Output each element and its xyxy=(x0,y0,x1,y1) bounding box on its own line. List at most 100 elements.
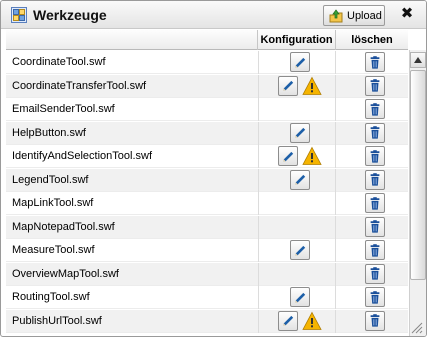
scroll-up-button[interactable] xyxy=(410,52,426,68)
column-header-name xyxy=(6,30,258,50)
configure-button[interactable] xyxy=(278,75,298,96)
configuration-cell xyxy=(258,215,336,239)
trash-icon xyxy=(370,173,380,186)
delete-cell xyxy=(336,51,408,74)
trash-icon xyxy=(370,102,380,116)
warning-icon xyxy=(302,146,322,166)
delete-button[interactable] xyxy=(365,240,385,260)
delete-cell xyxy=(336,310,408,333)
delete-button[interactable] xyxy=(365,263,385,284)
delete-button[interactable] xyxy=(365,52,385,72)
table-row[interactable]: HelpButton.swf xyxy=(6,121,408,145)
delete-button[interactable] xyxy=(365,75,385,96)
delete-cell xyxy=(336,145,408,168)
scrollbar-thumb[interactable] xyxy=(410,70,426,280)
tool-name: LegendTool.swf xyxy=(12,173,89,186)
tools-window: Werkzeuge Upload ✖ Konfiguration löschen… xyxy=(0,0,427,337)
trash-icon xyxy=(370,314,380,327)
delete-button[interactable] xyxy=(365,146,385,166)
configuration-cell xyxy=(258,168,336,192)
tool-name: IdentifyAndSelectionTool.swf xyxy=(12,150,153,162)
upload-label: Upload xyxy=(347,9,382,22)
table-row[interactable]: RoutingTool.swf xyxy=(6,286,408,309)
configure-button[interactable] xyxy=(290,122,310,143)
pencil-icon xyxy=(294,245,305,256)
configure-button[interactable] xyxy=(290,169,310,190)
trash-icon xyxy=(370,243,380,257)
tools-window-icon xyxy=(11,7,27,23)
column-header-configuration[interactable]: Konfiguration xyxy=(258,30,336,50)
table-row[interactable]: CoordinateTool.swf xyxy=(6,51,408,74)
table-row[interactable]: OverviewMapTool.swf xyxy=(6,262,408,286)
configure-button[interactable] xyxy=(278,146,298,166)
tool-name: EmailSenderTool.swf xyxy=(12,103,115,115)
configuration-cell xyxy=(258,239,336,262)
tool-name: PublishUrlTool.swf xyxy=(12,314,102,327)
title-bar: Werkzeuge Upload ✖ xyxy=(1,1,426,29)
pencil-icon xyxy=(294,127,305,138)
delete-cell xyxy=(336,263,408,286)
configure-button[interactable] xyxy=(290,240,310,260)
tool-name: MapNotepadTool.swf xyxy=(12,220,115,233)
configuration-cell xyxy=(258,51,336,74)
delete-button[interactable] xyxy=(365,310,385,331)
tool-name: CoordinateTransferTool.swf xyxy=(12,79,147,92)
delete-button[interactable] xyxy=(365,122,385,143)
table-row[interactable]: MapNotepadTool.swf xyxy=(6,215,408,239)
upload-button[interactable]: Upload xyxy=(323,5,385,26)
trash-icon xyxy=(370,79,380,92)
table-row[interactable]: CoordinateTransferTool.swf xyxy=(6,74,408,98)
tool-name: CoordinateTool.swf xyxy=(12,56,106,68)
tool-name: RoutingTool.swf xyxy=(12,291,90,303)
window-title: Werkzeuge xyxy=(33,7,107,23)
table-row[interactable]: LegendTool.swf xyxy=(6,168,408,192)
delete-cell xyxy=(336,216,408,239)
delete-cell xyxy=(336,75,408,98)
tool-name: MapLinkTool.swf xyxy=(12,197,94,209)
delete-cell xyxy=(336,122,408,145)
tool-list: CoordinateTool.swf CoordinateTransferTool… xyxy=(6,51,408,336)
delete-cell xyxy=(336,169,408,192)
vertical-scrollbar[interactable] xyxy=(409,50,426,336)
configure-button[interactable] xyxy=(278,310,298,331)
delete-cell xyxy=(336,286,408,309)
warning-icon xyxy=(302,311,322,331)
configure-button[interactable] xyxy=(290,52,310,72)
configuration-cell xyxy=(258,98,336,121)
table-row[interactable]: PublishUrlTool.swf xyxy=(6,309,408,333)
configuration-cell xyxy=(258,309,336,333)
pencil-icon xyxy=(282,151,293,162)
delete-button[interactable] xyxy=(365,287,385,307)
resize-grip-icon[interactable] xyxy=(410,321,424,335)
pencil-icon xyxy=(294,57,305,68)
trash-icon xyxy=(370,267,380,280)
table-row[interactable]: IdentifyAndSelectionTool.swf xyxy=(6,145,408,168)
delete-button[interactable] xyxy=(365,216,385,237)
trash-icon xyxy=(370,126,380,139)
delete-cell xyxy=(336,239,408,262)
table-row[interactable]: EmailSenderTool.swf xyxy=(6,98,408,121)
tool-name: OverviewMapTool.swf xyxy=(12,267,119,280)
delete-button[interactable] xyxy=(365,99,385,119)
configuration-cell xyxy=(258,121,336,145)
delete-button[interactable] xyxy=(365,169,385,190)
arrow-up-icon xyxy=(414,57,422,63)
table-row[interactable]: MapLinkTool.swf xyxy=(6,192,408,215)
configuration-cell xyxy=(258,145,336,168)
configure-button[interactable] xyxy=(290,287,310,307)
pencil-icon xyxy=(294,174,305,185)
delete-cell xyxy=(336,98,408,121)
table-header: Konfiguration löschen xyxy=(6,30,408,50)
tool-name: HelpButton.swf xyxy=(12,126,86,139)
trash-icon xyxy=(370,290,380,304)
table-row[interactable]: MeasureTool.swf xyxy=(6,239,408,262)
delete-button[interactable] xyxy=(365,193,385,213)
close-button[interactable]: ✖ xyxy=(397,4,417,24)
column-header-delete[interactable]: löschen xyxy=(336,30,408,50)
configuration-cell xyxy=(258,262,336,286)
trash-icon xyxy=(370,149,380,163)
pencil-icon xyxy=(282,315,293,326)
configuration-cell xyxy=(258,192,336,215)
delete-cell xyxy=(336,192,408,215)
trash-icon xyxy=(370,55,380,69)
